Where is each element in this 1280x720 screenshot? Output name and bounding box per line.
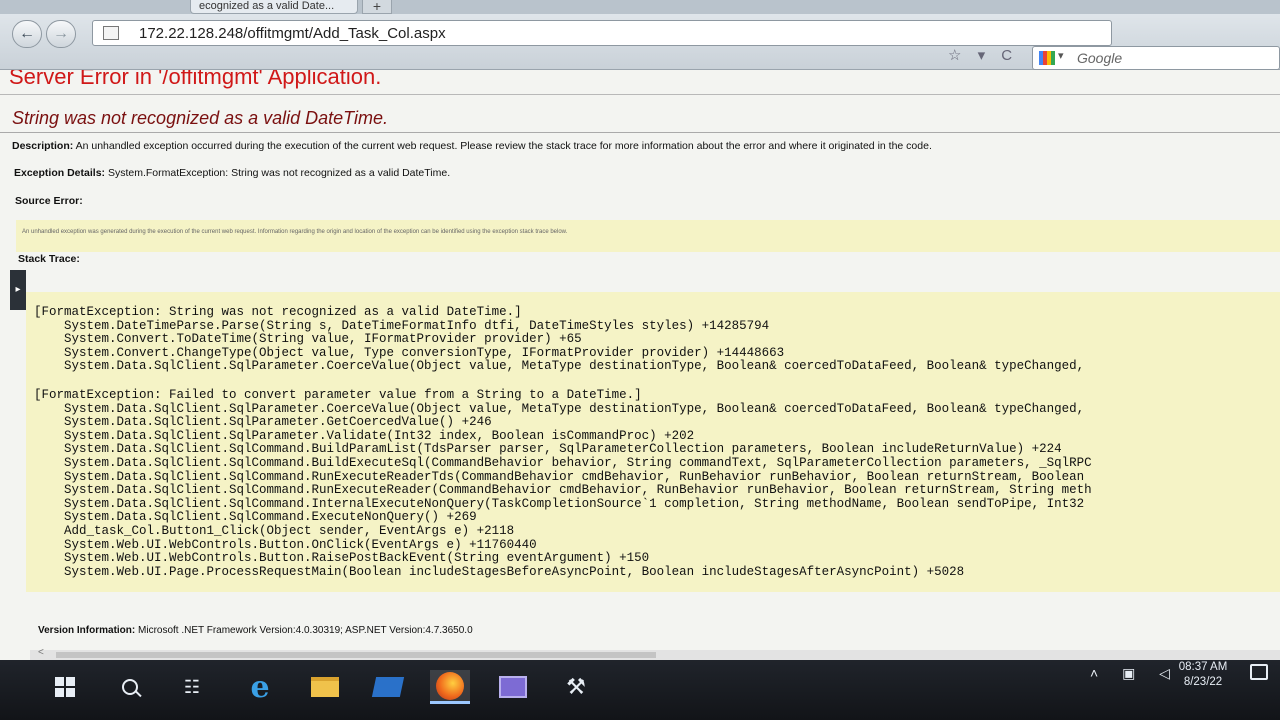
exception-details-line: Exception Details: System.FormatExceptio… [14,167,450,179]
system-tray[interactable]: ˄ ▣ ◁ [1090,665,1180,682]
version-text: Microsoft .NET Framework Version:4.0.303… [138,625,473,636]
taskbar-server-manager[interactable]: ⚒ [556,670,596,704]
divider [0,94,1280,95]
clock[interactable]: 08:37 AM 8/23/22 [1168,660,1238,690]
chevron-down-icon[interactable]: ▾ [1058,49,1064,62]
horizontal-scrollbar[interactable]: < [30,647,1280,660]
back-button[interactable]: ← [12,20,42,48]
scrollbar-thumb[interactable] [56,652,656,658]
browser-tab[interactable]: ecognized as a valid Date... [190,0,358,14]
exception-text: System.FormatException: String was not r… [107,167,451,179]
task-view-icon: ☷ [183,676,201,697]
page-title: Server Error in '/offitmgmt' Application… [9,70,382,89]
start-button[interactable] [45,670,85,704]
version-information: Version Information: Microsoft .NET Fram… [38,625,473,636]
trace-line: Add_task_Col.Button1_Click(Object sender… [64,523,515,538]
search-icon [122,679,138,695]
trace-line: System.Web.UI.WebControls.Button.RaisePo… [64,551,650,566]
error-message: String was not recognized as a valid Dat… [12,108,389,128]
site-identity-icon[interactable] [103,26,119,40]
visual-studio-icon [499,676,527,698]
taskbar-visual-studio[interactable] [493,670,533,704]
side-panel-handle[interactable]: ▸ [10,270,26,310]
clock-date: 8/23/22 [1183,676,1223,688]
trace-line: System.Data.SqlClient.SqlParameter.Coerc… [64,359,1085,374]
trace-line: System.Web.UI.WebControls.Button.OnClick… [64,537,537,552]
tab-strip: ecognized as a valid Date... + [0,0,1280,14]
divider [0,132,1280,133]
file-explorer-icon [311,677,339,697]
taskbar-firefox[interactable] [430,670,470,704]
taskbar-file-explorer[interactable] [305,670,345,704]
exception-label: Exception Details: [14,167,106,179]
notification-icon[interactable] [1250,664,1268,680]
page-content: Server Error in '/offitmgmt' Application… [0,70,1280,660]
navigation-bar: ← → 172.22.128.248/offitmgmt/Add_Task_Co… [0,14,1280,70]
trace-line: System.Data.SqlClient.SqlCommand.RunExec… [64,469,1085,484]
powershell-icon [371,677,405,697]
scroll-left-icon[interactable]: < [38,647,44,658]
trace-line: System.Data.SqlClient.SqlParameter.Coerc… [64,401,1085,416]
trace-line: System.Data.SqlClient.SqlCommand.RunExec… [64,483,1092,498]
trace-line: System.Data.SqlClient.SqlParameter.Valid… [64,428,695,443]
trace-line: [FormatException: String was not recogni… [34,305,522,319]
url-actions[interactable]: ☆ ▾ C [948,46,1018,64]
clock-time: 08:37 AM [1178,661,1228,673]
source-error-label: Source Error: [15,195,83,207]
search-button[interactable] [110,670,150,704]
taskbar-powershell[interactable] [368,670,408,704]
trace-line: System.Web.UI.Page.ProcessRequestMain(Bo… [64,564,965,579]
trace-line: System.Data.SqlClient.SqlCommand.Interna… [64,496,1085,511]
new-tab-button[interactable]: + [362,0,392,14]
trace-line: System.Data.SqlClient.SqlParameter.GetCo… [64,415,492,430]
version-label: Version Information: [38,625,136,636]
trace-line: System.Data.SqlClient.SqlCommand.BuildPa… [64,442,1062,457]
description-line: Description: An unhandled exception occu… [12,140,932,152]
google-icon[interactable] [1039,51,1055,65]
firefox-icon [436,671,464,700]
trace-line: System.Convert.ToDateTime(String value, … [64,332,582,347]
url-text[interactable]: 172.22.128.248/offitmgmt/Add_Task_Col.as… [139,25,446,42]
source-error-box: An unhandled exception was generated dur… [16,220,1280,252]
description-label: Description: [12,140,74,152]
trace-line: System.Data.SqlClient.SqlCommand.Execute… [64,510,477,525]
trace-line: System.Convert.ChangeType(Object value, … [64,345,785,360]
trace-line: System.Data.SqlClient.SqlCommand.BuildEx… [64,455,1092,470]
task-view-button[interactable]: ☷ [172,670,212,704]
description-text: An unhandled exception occurred during t… [75,140,932,152]
trace-line: System.DateTimeParse.Parse(String s, Dat… [64,318,770,333]
search-box[interactable]: ▾ Google [1032,46,1280,70]
windows-taskbar: ☷ e ⚒ ˄ ▣ ◁ 08:37 AM 8/23/22 [0,660,1280,720]
internet-explorer-icon: e [250,669,270,705]
windows-start-icon [55,677,75,697]
address-bar[interactable]: 172.22.128.248/offitmgmt/Add_Task_Col.as… [92,20,1112,46]
forward-button[interactable]: → [46,20,76,48]
server-manager-icon: ⚒ [566,674,586,699]
taskbar-internet-explorer[interactable]: e [240,669,280,705]
stack-trace-label: Stack Trace: [18,253,80,265]
trace-line: [FormatException: Failed to convert para… [34,387,642,402]
search-input[interactable]: Google [1077,50,1122,66]
stack-trace-box: [FormatException: String was not recogni… [26,292,1280,592]
